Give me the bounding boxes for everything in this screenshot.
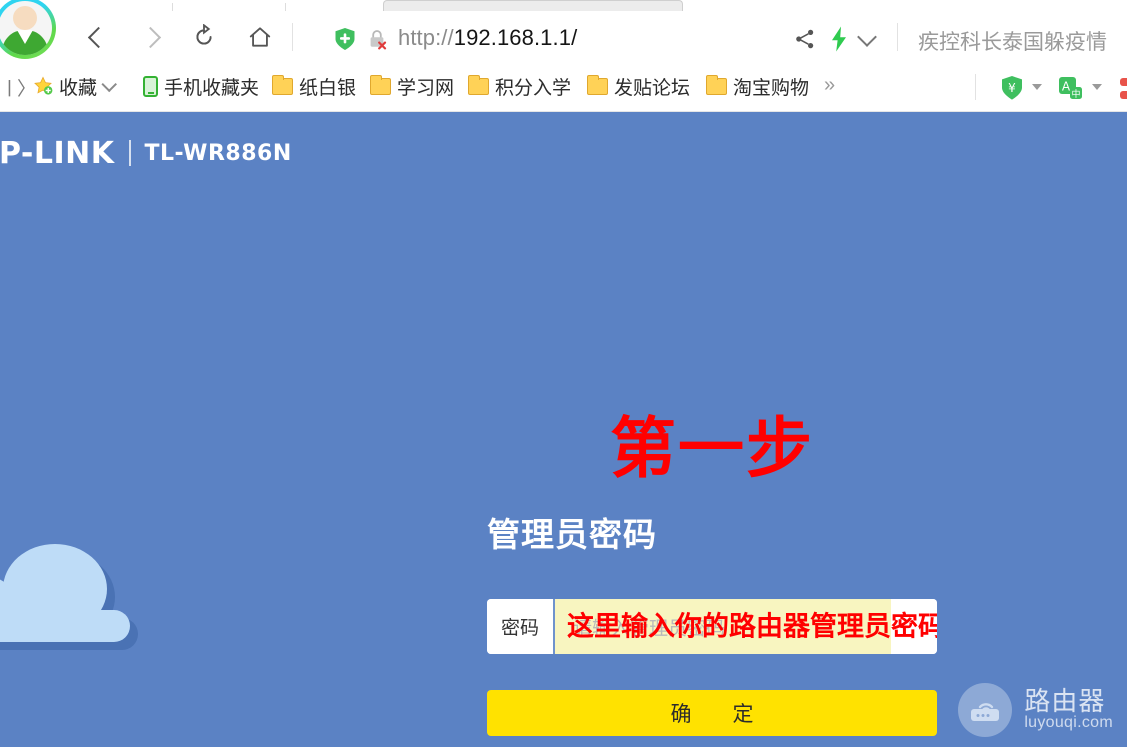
forward-button[interactable] (132, 19, 168, 55)
bookmark-points-enrollment[interactable]: 积分入学 (468, 70, 571, 102)
watermark-subtitle: luyouqi.com (1024, 714, 1113, 732)
chevron-down-icon[interactable] (101, 76, 118, 92)
browser-chrome: http://192.168.1.1/ 疾控科长泰国躲疫情 〡〉 收藏 手机收藏… (0, 0, 1127, 112)
bookmark-label: 收藏 (59, 77, 98, 99)
tab-divider (285, 3, 286, 11)
bookmark-label: 手机收藏夹 (164, 77, 260, 99)
insecure-padlock-icon[interactable] (366, 28, 388, 50)
url-host: 192.168.1.1 (453, 25, 572, 50)
site-watermark: 路由器 luyouqi.com (958, 683, 1113, 737)
browser-toolbar: http://192.168.1.1/ 疾控科长泰国躲疫情 (0, 0, 1127, 62)
reload-icon (196, 24, 212, 45)
tab-divider (172, 3, 173, 11)
back-button[interactable] (80, 19, 116, 55)
watermark-text: 路由器 luyouqi.com (1024, 685, 1113, 732)
lightning-bolt-icon[interactable] (830, 26, 848, 52)
avatar-image (0, 1, 52, 55)
bookmarks-overflow-left[interactable]: 〡〉 (0, 74, 36, 101)
bookmark-study-site[interactable]: 学习网 (370, 70, 454, 102)
folder-icon (370, 74, 391, 95)
star-icon (34, 76, 53, 95)
confirm-button[interactable]: 确 定 (487, 690, 937, 736)
bookmarks-divider (975, 74, 976, 100)
bookmarks-overflow-button[interactable]: » (824, 74, 835, 97)
step-annotation: 第一步 (610, 409, 814, 487)
bookmark-taobao-shopping[interactable]: 淘宝购物 (706, 70, 809, 102)
password-row: 密码 请输入管理员密码 这里输入你的路由器管理员密码 (487, 599, 937, 654)
cloud-decoration (0, 544, 138, 650)
router-header: TP-LINK TL-WR886N (0, 130, 1127, 176)
tplink-logo: TP-LINK (0, 135, 115, 171)
chevron-down-icon[interactable] (1092, 84, 1102, 90)
page-title: 管理员密码 (487, 516, 657, 553)
router-model: TL-WR886N (144, 140, 292, 166)
share-icon[interactable] (794, 28, 816, 50)
active-tab[interactable] (383, 0, 683, 11)
forward-icon (139, 26, 161, 48)
bookmark-label: 发贴论坛 (614, 77, 691, 99)
password-input[interactable]: 请输入管理员密码 这里输入你的路由器管理员密码 (555, 599, 937, 654)
toolbar-divider (897, 23, 898, 51)
home-icon (249, 27, 271, 47)
svg-text:A: A (1062, 80, 1071, 94)
avatar-head (13, 6, 37, 30)
bookmark-label: 学习网 (397, 77, 455, 99)
folder-icon (706, 74, 727, 95)
router-glyph (971, 703, 1000, 721)
folder-icon (468, 74, 489, 95)
translate-icon[interactable]: A 中 (1058, 76, 1083, 101)
router-icon (958, 683, 1013, 737)
screenshot-root: http://192.168.1.1/ 疾控科长泰国躲疫情 〡〉 收藏 手机收藏… (0, 0, 1127, 747)
reload-button[interactable] (186, 19, 222, 55)
phone-icon (143, 75, 158, 97)
user-avatar[interactable] (0, 0, 56, 59)
chevron-down-icon[interactable] (1032, 84, 1042, 90)
extension-icon[interactable] (1120, 78, 1127, 100)
security-shield-icon[interactable] (334, 27, 356, 51)
toolbar-divider (292, 23, 293, 51)
folder-icon (587, 74, 608, 95)
watermark-title: 路由器 (1024, 685, 1106, 716)
back-icon (87, 26, 109, 48)
svg-text:¥: ¥ (1008, 81, 1016, 95)
home-button[interactable] (242, 19, 278, 55)
bookmark-favorites[interactable]: 收藏 (33, 70, 118, 102)
yen-shield-icon[interactable]: ¥ (1000, 75, 1024, 101)
bookmarks-bar: 〡〉 收藏 手机收藏夹 纸白银 学习网 积分入学 发贴论坛 淘宝购物 » ¥ A… (0, 62, 1127, 112)
password-annotation: 这里输入你的路由器管理员密码 (567, 610, 937, 642)
router-admin-page: TP-LINK TL-WR886N 第一步 管理员密码 密码 请输入管理员密码 … (0, 112, 1127, 747)
tab-strip (0, 0, 1127, 11)
url-scheme: http:// (398, 25, 454, 50)
bookmark-label: 纸白银 (299, 77, 357, 99)
address-bar-url[interactable]: http://192.168.1.1/ (398, 25, 577, 51)
svg-text:中: 中 (1071, 88, 1080, 100)
news-ticker[interactable]: 疾控科长泰国躲疫情 (918, 26, 1107, 56)
password-label: 密码 (487, 599, 555, 654)
bookmark-mobile-favorites[interactable]: 手机收藏夹 (143, 70, 259, 102)
bookmark-label: 淘宝购物 (733, 77, 810, 99)
folder-icon (272, 74, 293, 95)
header-divider (128, 140, 131, 166)
bookmark-paper-silver[interactable]: 纸白银 (272, 70, 356, 102)
bookmark-forum[interactable]: 发贴论坛 (587, 70, 690, 102)
url-path: / (571, 25, 578, 50)
bookmark-label: 积分入学 (495, 77, 572, 99)
chevron-down-icon[interactable] (857, 27, 877, 47)
